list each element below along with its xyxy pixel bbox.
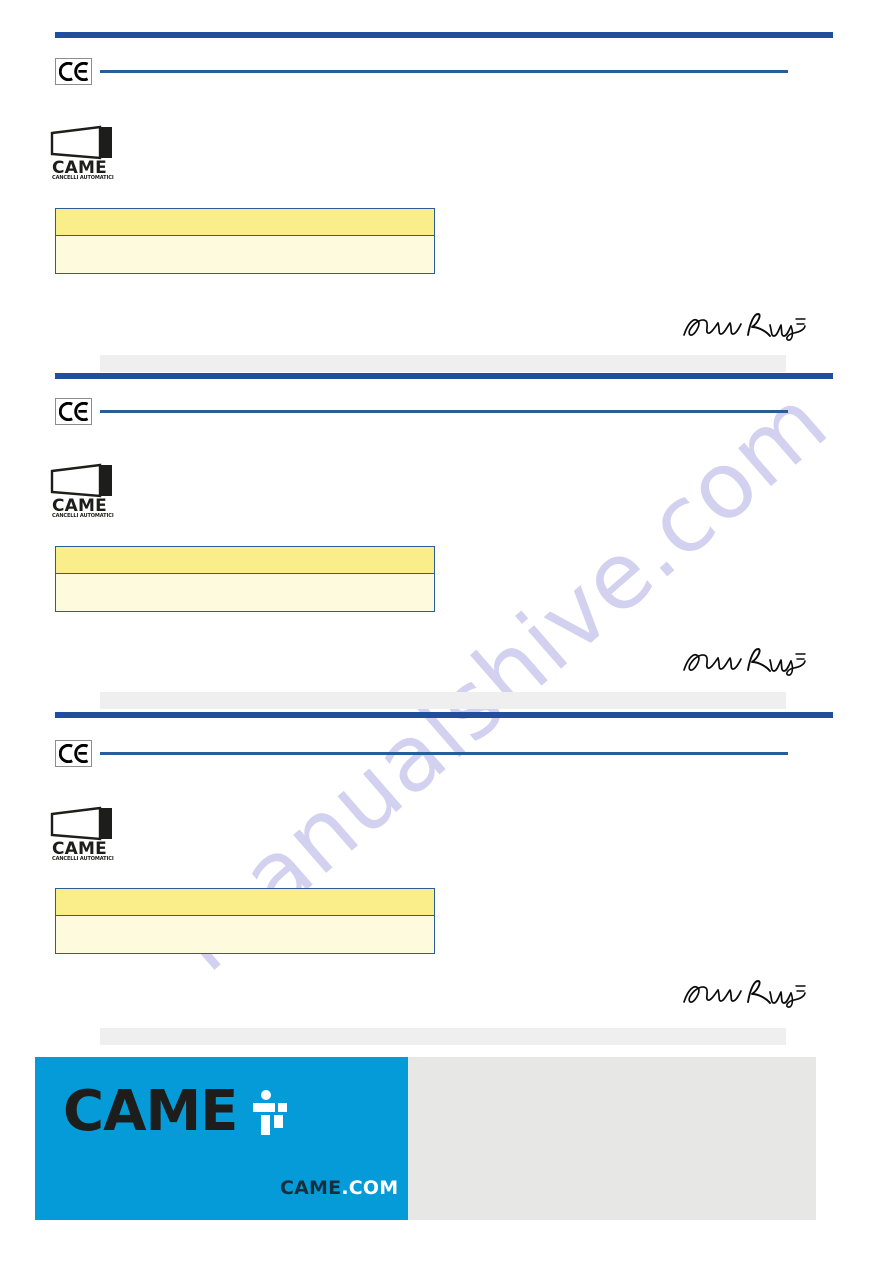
section-gray-band <box>100 692 786 709</box>
declaration-table <box>55 208 435 274</box>
ce-mark-icon <box>55 740 92 767</box>
came-logo: CAME CANCELLI AUTOMATICI <box>50 805 114 861</box>
footer-url[interactable]: CAME.COM <box>280 1177 398 1199</box>
section-gray-band <box>100 1028 786 1045</box>
ce-mark-icon <box>55 398 92 425</box>
table-body-row <box>56 916 434 953</box>
ce-underline <box>100 70 788 73</box>
footer-brand-panel: CAME CAME.COM <box>35 1057 408 1220</box>
came-logo: CAME CANCELLI AUTOMATICI <box>50 124 114 180</box>
table-body-row <box>56 236 434 273</box>
footer-logo: CAME <box>63 1079 288 1144</box>
section-top-rule <box>55 712 833 718</box>
svg-text:CANCELLI AUTOMATICI: CANCELLI AUTOMATICI <box>52 856 114 861</box>
declaration-table <box>55 888 435 954</box>
signature <box>678 640 808 682</box>
ce-underline <box>100 410 788 413</box>
footer-gray-panel <box>408 1057 816 1220</box>
table-header-row <box>56 889 434 916</box>
section-top-rule <box>55 32 833 38</box>
section-gray-band <box>100 355 786 372</box>
section-top-rule <box>55 373 833 379</box>
ce-underline <box>100 752 788 755</box>
svg-text:CANCELLI AUTOMATICI: CANCELLI AUTOMATICI <box>52 175 114 180</box>
table-body-row <box>56 574 434 611</box>
table-header-row <box>56 547 434 574</box>
document-page: manualshive.com CAME CANCELLI AUTOMATICI <box>0 0 893 1263</box>
footer-url-name: CAME <box>280 1177 342 1199</box>
came-logo: CAME CANCELLI AUTOMATICI <box>50 462 114 518</box>
footer-url-tld: .COM <box>341 1177 399 1199</box>
declaration-table <box>55 546 435 612</box>
svg-text:CANCELLI AUTOMATICI: CANCELLI AUTOMATICI <box>52 513 114 518</box>
footer-wordmark: CAME <box>63 1079 238 1144</box>
signature <box>678 972 808 1014</box>
table-header-row <box>56 209 434 236</box>
ce-mark-icon <box>55 58 92 85</box>
signature <box>678 305 808 347</box>
came-gate-figure-icon <box>253 1089 288 1135</box>
